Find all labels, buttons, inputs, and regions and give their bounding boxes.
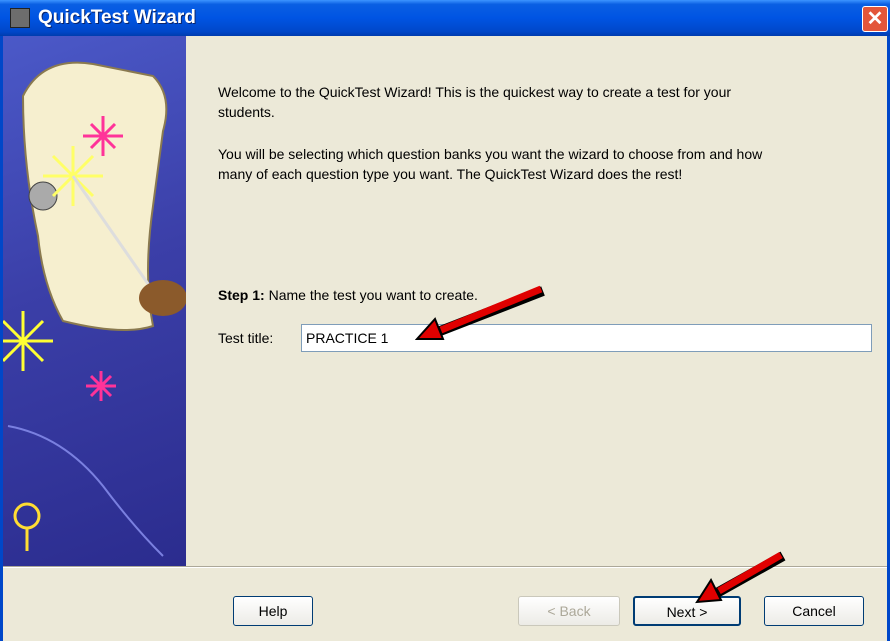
wizard-illustration [3,36,186,566]
annotation-arrow-icon [695,551,786,604]
intro-paragraph-1: Welcome to the QuickTest Wizard! This is… [218,84,732,120]
annotation-arrow-icon [415,285,545,340]
step-number: Step 1: [218,287,265,303]
test-title-label: Test title: [218,330,274,346]
intro-text: Welcome to the QuickTest Wizard! This is… [218,82,778,206]
intro-paragraph-2: You will be selecting which question ban… [218,146,763,182]
title-bar[interactable]: QuickTest Wizard ✕ [0,0,890,36]
help-button[interactable]: Help [233,596,313,626]
window-title: QuickTest Wizard [38,7,196,28]
close-button[interactable]: ✕ [862,6,888,32]
back-button[interactable]: < Back [518,596,620,626]
app-icon [10,8,30,28]
wizard-illustration-art [3,61,186,557]
test-title-input[interactable] [301,324,872,352]
